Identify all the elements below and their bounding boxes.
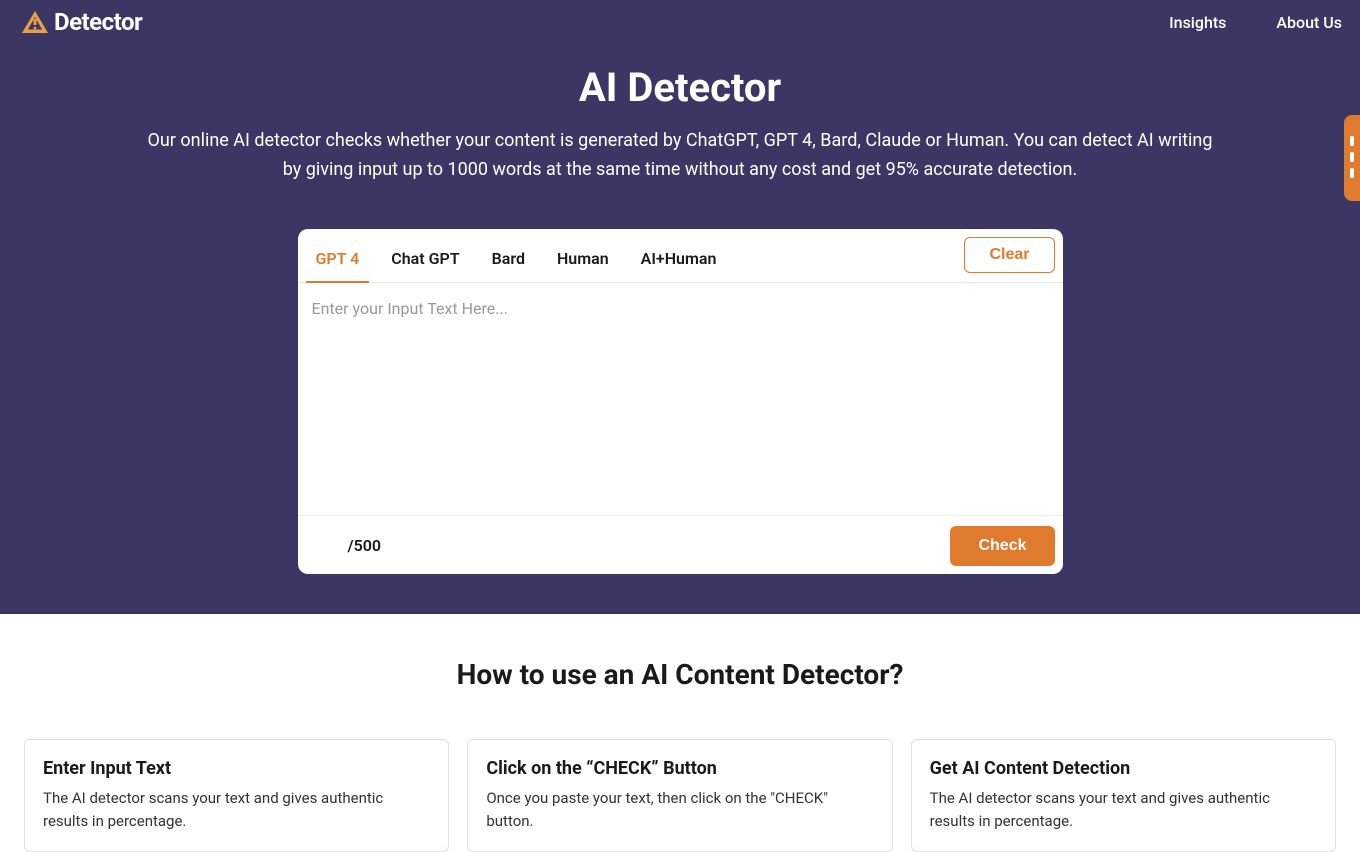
step-card: Click on the “CHECK” Button Once you pas… — [467, 739, 892, 852]
logo[interactable]: Detector — [22, 8, 142, 36]
nav-link-about[interactable]: About Us — [1276, 13, 1342, 32]
feedback-side-tab[interactable] — [1344, 115, 1360, 201]
word-counter: /500 — [348, 536, 382, 555]
nav-links: Insights About Us — [1169, 13, 1342, 32]
text-input[interactable] — [298, 283, 1063, 511]
tab-aihuman[interactable]: AI+Human — [631, 237, 727, 282]
step-body: Once you paste your text, then click on … — [486, 787, 873, 834]
step-card: Enter Input Text The AI detector scans y… — [24, 739, 449, 852]
steps-row: Enter Input Text The AI detector scans y… — [20, 739, 1340, 852]
logo-icon — [22, 11, 48, 33]
top-nav: Detector Insights About Us — [0, 0, 1360, 36]
card-footer: /500 Check — [298, 515, 1063, 574]
step-title: Get AI Content Detection — [930, 758, 1317, 779]
tab-gpt4[interactable]: GPT 4 — [306, 237, 370, 282]
model-tabs: GPT 4 Chat GPT Bard Human AI+Human Clear — [298, 229, 1063, 283]
check-button[interactable]: Check — [950, 526, 1054, 566]
hero-section: Detector Insights About Us AI Detector O… — [0, 0, 1360, 614]
tab-human[interactable]: Human — [547, 237, 619, 282]
detector-card: GPT 4 Chat GPT Bard Human AI+Human Clear… — [298, 229, 1063, 574]
logo-text: Detector — [54, 8, 142, 36]
step-card: Get AI Content Detection The AI detector… — [911, 739, 1336, 852]
step-body: The AI detector scans your text and give… — [43, 787, 430, 834]
step-title: Enter Input Text — [43, 758, 430, 779]
step-body: The AI detector scans your text and give… — [930, 787, 1317, 834]
clear-button[interactable]: Clear — [964, 237, 1054, 273]
page-subtitle: Our online AI detector checks whether yo… — [80, 127, 1280, 185]
howto-title: How to use an AI Content Detector? — [20, 658, 1340, 691]
tab-chatgpt[interactable]: Chat GPT — [381, 237, 469, 282]
step-title: Click on the “CHECK” Button — [486, 758, 873, 779]
tab-bard[interactable]: Bard — [482, 237, 535, 282]
nav-link-insights[interactable]: Insights — [1169, 13, 1226, 32]
howto-section: How to use an AI Content Detector? Enter… — [0, 614, 1360, 852]
page-title: AI Detector — [0, 64, 1360, 111]
